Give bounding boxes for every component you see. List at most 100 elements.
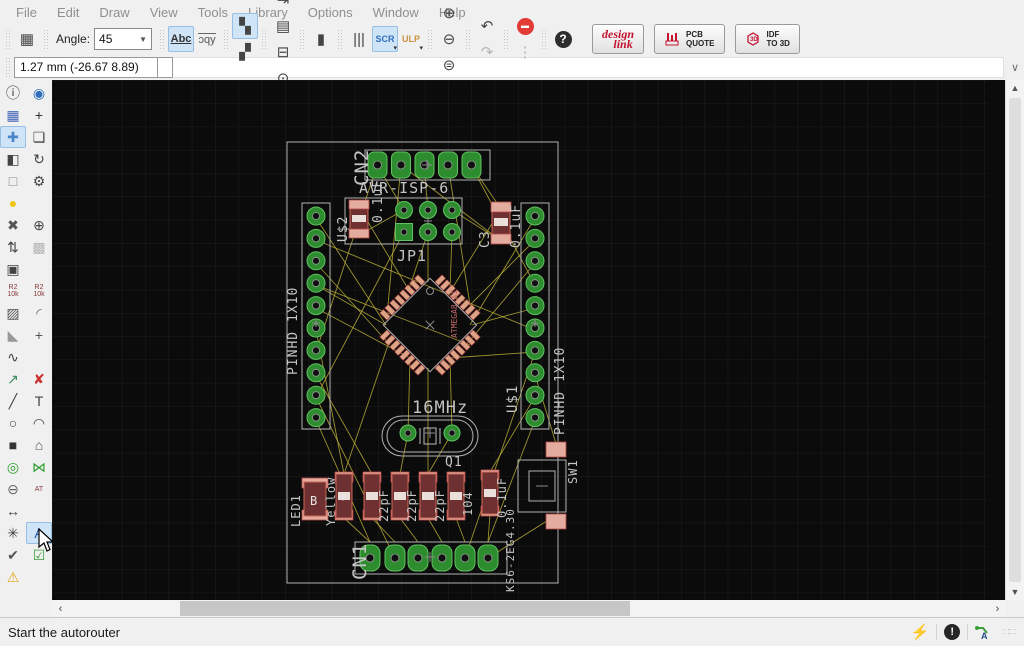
- polygon-icon[interactable]: ⌂: [26, 434, 52, 456]
- command-line-input[interactable]: [173, 56, 1004, 78]
- rect-icon[interactable]: ■: [0, 434, 26, 456]
- horizontal-scroll-thumb[interactable]: [180, 601, 630, 616]
- rotate-icon[interactable]: ↻: [26, 148, 52, 170]
- vertical-scrollbar[interactable]: ▲ ▼: [1005, 80, 1024, 600]
- ratsnest-icon[interactable]: ✳: [0, 522, 26, 544]
- attribute-icon[interactable]: AT: [26, 478, 52, 500]
- circle-icon[interactable]: ○: [0, 412, 26, 434]
- via-icon[interactable]: ◎: [0, 456, 26, 478]
- display-config-button[interactable]: ▚: [232, 13, 259, 39]
- optimize-icon[interactable]: +: [26, 324, 52, 346]
- copy-icon[interactable]: ❏: [26, 126, 52, 148]
- menu-tools[interactable]: Tools: [188, 2, 238, 23]
- display-layers-icon[interactable]: ▦: [0, 104, 26, 126]
- menu-file[interactable]: File: [6, 2, 47, 23]
- autorouter-icon[interactable]: A: [26, 522, 52, 544]
- name-icon[interactable]: R2 10k: [0, 280, 26, 302]
- zoom-select-button[interactable]: ⊜: [436, 52, 462, 78]
- group-icon[interactable]: □: [0, 170, 26, 192]
- menu-window[interactable]: Window: [363, 2, 429, 23]
- toolbar-grip: [503, 29, 510, 49]
- angle-select[interactable]: 45 ▼: [94, 28, 153, 50]
- menu-view[interactable]: View: [140, 2, 188, 23]
- autorouter-status-icon[interactable]: A: [975, 624, 993, 640]
- text-style-button[interactable]: Abc: [168, 26, 195, 52]
- warning-icon[interactable]: ⚠: [0, 566, 26, 588]
- info-icon[interactable]: ⓘ: [0, 82, 26, 104]
- meander-icon[interactable]: ∿: [0, 346, 26, 368]
- horizontal-scroll-track[interactable]: [69, 600, 989, 617]
- zoom-in-button[interactable]: ⊕: [436, 0, 462, 26]
- display-config-alt-button[interactable]: ▞: [232, 39, 258, 65]
- pinswap-icon[interactable]: ⇅: [0, 236, 26, 258]
- mark-icon[interactable]: +: [26, 104, 52, 126]
- menu-edit[interactable]: Edit: [47, 2, 89, 23]
- grid-settings-button[interactable]: ▦: [14, 26, 40, 52]
- lock-icon[interactable]: ▣: [0, 258, 26, 280]
- scroll-right-arrow[interactable]: ›: [989, 600, 1006, 617]
- move-icon[interactable]: ✚: [0, 126, 26, 148]
- menu-draw[interactable]: Draw: [89, 2, 139, 23]
- design-link-button[interactable]: design link: [592, 24, 645, 54]
- ulp-button[interactable]: ULP ▾: [398, 26, 424, 52]
- vendor-button-label: design link: [602, 27, 635, 51]
- save-button[interactable]: ▤: [270, 13, 296, 39]
- horizontal-scrollbar[interactable]: ‹ ›: [0, 600, 1024, 617]
- menu-options[interactable]: Options: [298, 2, 363, 23]
- toolbar-grip: [261, 29, 268, 49]
- chevron-down-icon: ▾: [419, 45, 424, 52]
- redo-button[interactable]: ↷: [474, 39, 500, 65]
- arc-icon[interactable]: ◠: [26, 412, 52, 434]
- power-bolt-icon[interactable]: ⚡: [911, 623, 930, 641]
- replace-icon[interactable]: ▩: [26, 236, 52, 258]
- scroll-down-arrow[interactable]: ▼: [1006, 584, 1024, 600]
- label-ic-name: ATMEGA8-AI: [450, 290, 459, 338]
- label-u2: U$2: [336, 216, 351, 242]
- stop-button[interactable]: ▬: [512, 13, 538, 39]
- text-mirror-button[interactable]: ɔqy: [194, 26, 220, 52]
- errors-indicator-icon[interactable]: !: [944, 624, 961, 640]
- drc-icon[interactable]: ✔: [0, 544, 26, 566]
- paint-icon[interactable]: ●: [0, 192, 26, 214]
- zoom-out-button[interactable]: ⊖: [436, 26, 462, 52]
- label-ks6: KS6-2EG4.30: [504, 508, 517, 592]
- help-button[interactable]: ?: [550, 26, 576, 52]
- layer-stack-button[interactable]: ▮: [308, 26, 334, 52]
- value-icon[interactable]: R2 10k: [26, 280, 52, 302]
- eye-icon[interactable]: ◉: [26, 82, 52, 104]
- resize-grip[interactable]: ∷∷: [1003, 627, 1016, 638]
- wire-icon[interactable]: ╱: [0, 390, 26, 412]
- miter-icon[interactable]: ◜: [26, 302, 52, 324]
- more-button[interactable]: ⋮: [512, 39, 538, 65]
- route-icon[interactable]: ↗: [0, 368, 26, 390]
- print-button[interactable]: ⊟: [270, 39, 296, 65]
- wrench-icon[interactable]: ⚙: [26, 170, 52, 192]
- vertical-scroll-thumb[interactable]: [1009, 98, 1021, 582]
- layer-settings-button[interactable]: |||: [346, 26, 372, 52]
- mirror-icon[interactable]: ◧: [0, 148, 26, 170]
- ripup-icon[interactable]: ✘: [26, 368, 52, 390]
- chevron-down-icon[interactable]: ∨: [1006, 58, 1024, 76]
- toolbar-grip: [465, 29, 472, 49]
- undo-button[interactable]: ↶: [474, 13, 500, 39]
- pcb-quote-button[interactable]: PCB QUOTE: [654, 24, 725, 54]
- idf-to-3d-button[interactable]: 3D IDF TO 3D: [734, 24, 800, 54]
- split-icon[interactable]: ◣: [0, 324, 26, 346]
- dimension-icon[interactable]: ↔: [0, 500, 26, 522]
- pcb-canvas[interactable]: CN2 AVR-ISP-6 JP1 U$2 0.1uF C3 0.1uF PIN…: [52, 80, 1005, 600]
- smash-icon[interactable]: ▨: [0, 302, 26, 324]
- toolbar-grip: [299, 29, 306, 49]
- scroll-up-arrow[interactable]: ▲: [1006, 80, 1024, 96]
- label-22pf-1: 22pF: [377, 489, 391, 522]
- scr-button[interactable]: SCR ▾: [372, 26, 399, 52]
- delete-icon[interactable]: ✖: [0, 214, 26, 236]
- signal-icon[interactable]: ⋈: [26, 456, 52, 478]
- hole-icon[interactable]: ⊖: [0, 478, 26, 500]
- text-icon[interactable]: T: [26, 390, 52, 412]
- label-c3: C3: [478, 230, 493, 248]
- label-cn1: CN1: [349, 543, 371, 580]
- export-button[interactable]: ⇥: [270, 0, 296, 13]
- scroll-left-arrow[interactable]: ‹: [52, 600, 69, 617]
- add-part-icon[interactable]: ⊕: [26, 214, 52, 236]
- errors-icon[interactable]: ☑: [26, 544, 52, 566]
